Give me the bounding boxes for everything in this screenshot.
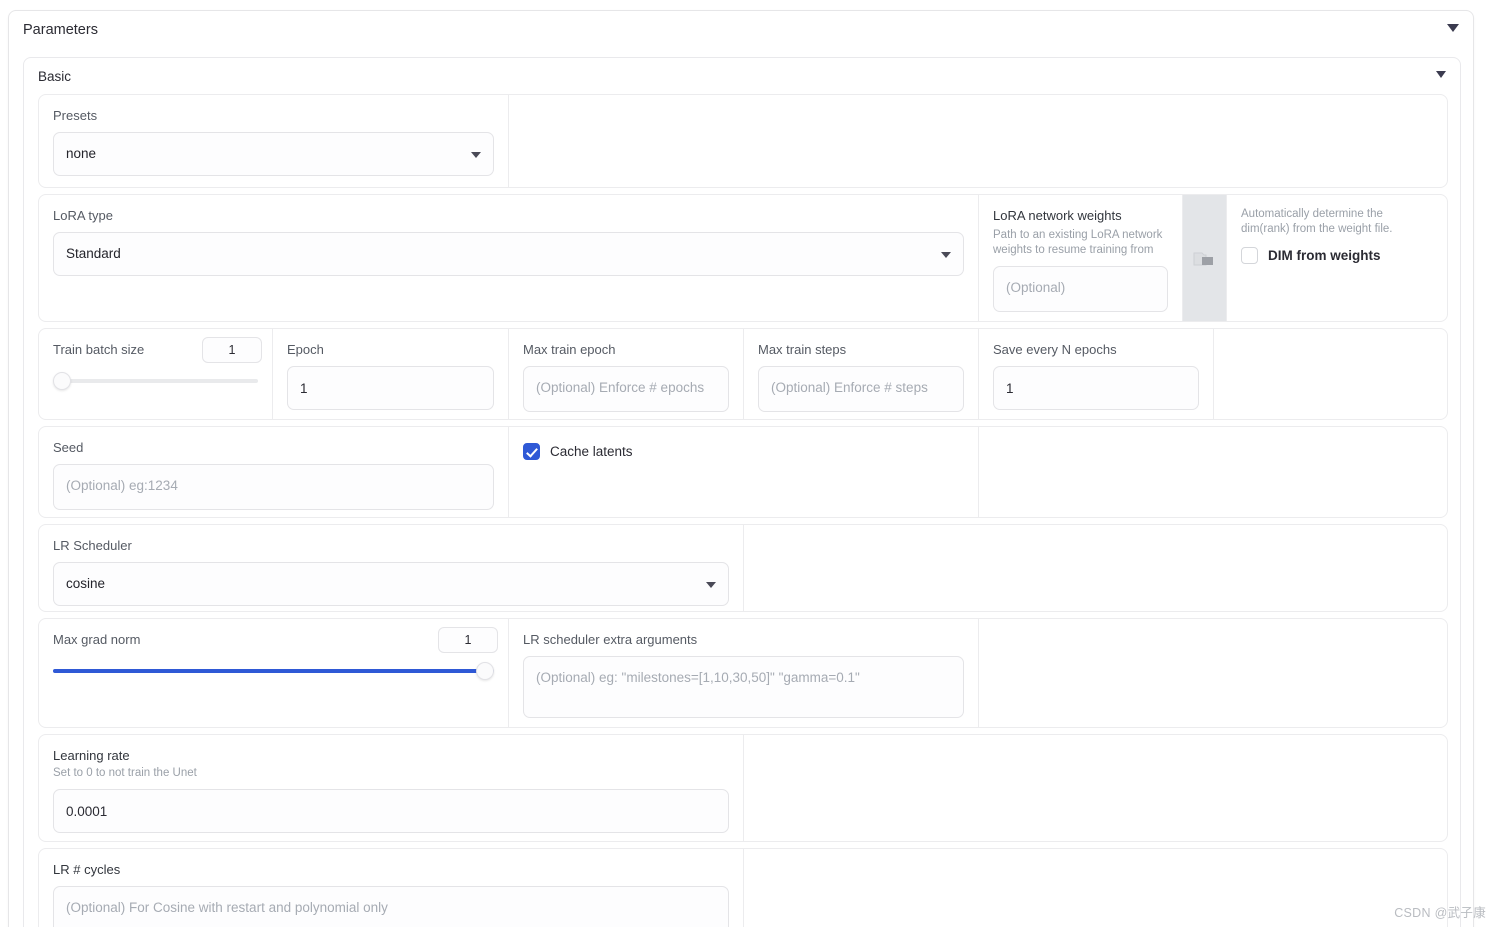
learning-rate-cell: Learning rate Set to 0 to not train the … [39,735,744,841]
cache-latents-label: Cache latents [550,444,633,459]
chevron-down-icon [941,252,951,258]
presets-label: Presets [53,108,98,123]
lora-network-weights-browse-cell[interactable] [1183,195,1227,321]
page-title: Parameters [23,22,98,38]
dim-from-weights-label: DIM from weights [1268,248,1381,263]
lr-scheduler-label: LR Scheduler [53,538,132,553]
lora-type-row: LoRA type Standard LoRA network weights … [38,194,1448,322]
presets-select[interactable]: none [53,132,494,176]
cache-latents-checkbox[interactable] [523,443,540,460]
cache-latents-to-disk-cell: Cache latents to disk [39,517,509,518]
max-train-steps-input[interactable] [758,366,964,412]
scheduler-optimizer-row: LR Scheduler cosine Optimizer AdamW8bit [38,524,1448,612]
basic-accordion-label: Basic [38,69,72,84]
dim-from-weights-checkbox-row[interactable]: DIM from weights [1241,247,1433,264]
lr-scheduler-extra-args-cell: LR scheduler extra arguments [509,619,979,727]
lora-type-value: Standard [66,246,121,261]
cache-latents-cell: Cache latents [509,427,979,517]
basic-accordion: Basic Presets none LoRA type Standard Lo… [23,57,1461,927]
lr-cycles-power-row: LR # cycles LR power [38,848,1448,927]
dim-from-weights-cell: Automatically determine the dim(rank) fr… [1227,195,1447,321]
seed-cache-row: Seed Cache latents Cache latents to disk [38,426,1448,518]
max-train-steps-cell: Max train steps [744,329,979,419]
dim-from-weights-description: Automatically determine the dim(rank) fr… [1241,208,1393,235]
lora-network-weights-cell: LoRA network weights Path to an existing… [979,195,1183,321]
presets-value: none [66,146,97,161]
lr-scheduler-select[interactable]: cosine [53,562,729,606]
lr-num-cycles-cell: LR # cycles [39,849,744,927]
lr-scheduler-extra-args-input[interactable] [523,656,964,718]
lr-num-cycles-label: LR # cycles [53,862,121,877]
lora-network-weights-input[interactable] [993,266,1168,312]
lr-num-cycles-input[interactable] [53,886,729,927]
save-every-n-epochs-cell: Save every N epochs [979,329,1214,419]
presets-row: Presets none [38,94,1448,188]
max-train-steps-label: Max train steps [758,342,847,357]
max-grad-norm-label: Max grad norm [53,632,141,647]
train-batch-size-value[interactable]: 1 [202,337,262,363]
caption-extension-cell: Caption Extension [39,419,274,420]
training-counts-row: Train batch size 1 Epoch Max train epoch [38,328,1448,420]
lr-warmup-cell: LR warmup (% of total steps) 10 [39,841,744,842]
epoch-label: Epoch [287,342,324,357]
max-grad-norm-slider[interactable] [53,662,494,680]
seed-cell: Seed [39,427,509,517]
watermark: CSDN @武子康 [1394,906,1486,920]
seed-label: Seed [53,440,84,455]
gradnorm-extraargs-row: Max grad norm 1 LR scheduler extra argum… [38,618,1448,728]
lr-scheduler-extra-args-label: LR scheduler extra arguments [523,632,698,647]
max-train-epoch-input[interactable] [523,366,729,412]
lora-type-cell: LoRA type Standard [39,195,979,321]
lora-type-select[interactable]: Standard [53,232,964,276]
chevron-down-icon [706,582,716,588]
parameters-panel: Parameters Basic Presets none LoRA type … [8,10,1474,927]
lora-network-weights-description: Path to an existing LoRA network weights… [993,229,1163,256]
optimizer-extra-args-cell: Optimizer extra arguments [39,727,509,728]
epoch-cell: Epoch [273,329,509,419]
save-every-n-epochs-label: Save every N epochs [993,342,1117,357]
presets-empty-panel [39,187,979,188]
slider-fill [53,669,494,673]
lora-type-label: LoRA type [53,208,113,223]
slider-knob[interactable] [476,662,494,680]
save-every-n-epochs-input[interactable] [993,366,1199,410]
max-train-epoch-label: Max train epoch [523,342,616,357]
learning-rate-input[interactable] [53,789,729,833]
lr-scheduler-value: cosine [66,576,106,591]
train-batch-size-slider[interactable] [53,372,258,390]
seed-input[interactable] [53,464,494,510]
lr-scheduler-cell: LR Scheduler cosine [39,525,744,611]
epoch-input[interactable] [287,366,494,410]
slider-track [53,379,258,383]
chevron-down-icon[interactable] [1447,24,1459,32]
learning-rate-label: Learning rate [53,748,130,763]
file-folder-icon[interactable] [1193,251,1215,274]
cache-latents-checkbox-row[interactable]: Cache latents [523,443,964,460]
optimizer-cell: Optimizer AdamW8bit [39,611,744,612]
chevron-down-icon [471,152,481,158]
train-batch-size-cell: Train batch size 1 [39,329,273,419]
basic-accordion-header[interactable]: Basic [24,58,1460,90]
slider-knob[interactable] [53,372,71,390]
lora-network-weights-label: LoRA network weights [993,208,1122,223]
app-root: Parameters Basic Presets none LoRA type … [0,0,1500,927]
max-train-epoch-cell: Max train epoch [509,329,744,419]
parameters-header: Parameters [9,11,1473,47]
presets-cell: Presets none [39,95,509,187]
learning-rate-row: Learning rate Set to 0 to not train the … [38,734,1448,842]
chevron-down-icon[interactable] [1436,71,1446,78]
dim-from-weights-checkbox[interactable] [1241,247,1258,264]
learning-rate-hint: Set to 0 to not train the Unet [53,767,197,779]
max-grad-norm-cell: Max grad norm 1 [39,619,509,727]
max-grad-norm-value[interactable]: 1 [438,627,498,653]
